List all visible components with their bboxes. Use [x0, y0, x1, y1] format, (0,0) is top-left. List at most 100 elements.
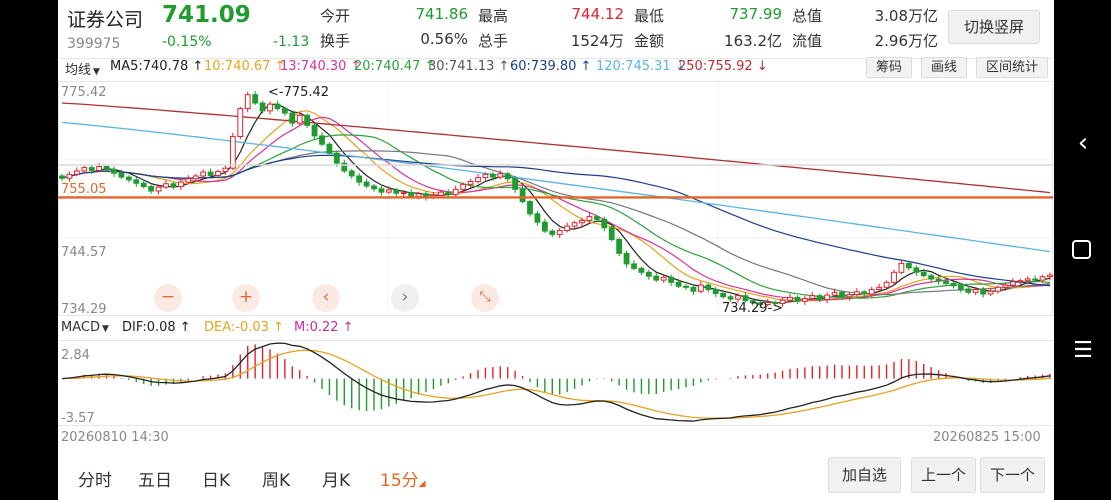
candle-body: [905, 262, 912, 269]
dropdown-icon: ▼: [101, 324, 109, 334]
candlesticks: [59, 91, 1053, 309]
candle-body: [943, 280, 949, 284]
candle-body: [571, 222, 578, 227]
tab-5[interactable]: 15分◢: [380, 466, 426, 491]
candle-body: [148, 186, 155, 192]
candle-body: [222, 167, 229, 173]
collapse-icon[interactable]: ⤡: [471, 284, 499, 312]
candle-body: [631, 263, 637, 269]
candle-body: [720, 292, 727, 298]
next-button[interactable]: 下一个: [980, 457, 1045, 493]
candle-body: [1024, 278, 1031, 282]
candle-body: [326, 143, 333, 154]
candle-body: [697, 284, 704, 292]
candle-body: [876, 286, 883, 291]
candle-body: [452, 188, 459, 195]
candle-body: [742, 295, 749, 302]
candle-body: [311, 124, 318, 137]
candle-body: [601, 218, 608, 229]
candle-body: [534, 213, 541, 223]
stock-chart-app: 证券公司 741.09 399975 -0.15% -1.13 今开 741.86…: [58, 0, 1054, 500]
candle-body: [1032, 278, 1039, 281]
candle-body: [229, 135, 236, 169]
minus-icon[interactable]: −: [154, 284, 182, 312]
tab-1[interactable]: 五日: [138, 466, 172, 491]
tab-3[interactable]: 周K: [262, 466, 290, 491]
candle-body: [348, 170, 355, 177]
candle-body: [519, 188, 526, 203]
candle-body: [712, 289, 719, 294]
candle-body: [140, 182, 147, 188]
candle-body: [296, 114, 303, 124]
candle-body: [170, 183, 177, 188]
tab-0[interactable]: 分时: [78, 466, 112, 491]
menu-icon[interactable]: ☰: [1068, 338, 1098, 363]
candle-body: [541, 221, 548, 232]
candle-body: [935, 278, 942, 282]
macd-selector[interactable]: MACD ▼: [61, 320, 109, 335]
candle-body: [787, 296, 793, 301]
y-mid-label: 744.57: [61, 245, 107, 260]
candle-body: [200, 171, 207, 177]
candle-body: [638, 267, 645, 273]
candle-body: [333, 152, 340, 164]
candle-body: [378, 188, 385, 193]
ref-line-label: 755.05: [61, 182, 107, 197]
candle-body: [207, 171, 214, 176]
candle-body: [853, 291, 860, 296]
candle-body: [1047, 274, 1053, 278]
candle-body: [393, 189, 400, 194]
candle-body: [103, 166, 110, 170]
candle-body: [972, 289, 979, 293]
candle-body: [88, 167, 95, 171]
candle-body: [586, 216, 593, 222]
candle-body: [111, 168, 117, 174]
candle-body: [683, 285, 689, 288]
candle-body: [281, 108, 288, 114]
chevron-right-icon[interactable]: ›: [391, 284, 419, 312]
candle-body: [400, 192, 407, 195]
recent-apps-icon[interactable]: [1072, 240, 1091, 259]
macd-selector-label: MACD: [61, 320, 100, 335]
candle-body: [59, 175, 65, 179]
candle-body: [385, 189, 392, 193]
macd-m: M:0.22 ↑: [294, 320, 354, 335]
tab-2[interactable]: 日K: [202, 466, 230, 491]
candle-body: [125, 176, 132, 181]
price-chart[interactable]: 775.42 744.57 734.29 755.05 <-775.42 734…: [58, 0, 1054, 500]
candle-body: [809, 295, 816, 299]
y-max-label: 775.42: [61, 85, 107, 100]
y-min-label: 734.29: [61, 302, 107, 317]
candle-body: [913, 267, 920, 273]
candle-body: [898, 262, 905, 273]
candle-body: [608, 227, 615, 240]
candle-body: [460, 183, 467, 190]
candle-body: [252, 94, 259, 104]
candle-body: [371, 185, 377, 190]
chevron-left-icon[interactable]: ‹: [312, 284, 340, 312]
candle-body: [957, 285, 964, 290]
candle-body: [445, 191, 452, 195]
candle-body: [185, 178, 192, 183]
candle-body: [415, 193, 422, 198]
candle-body: [363, 181, 370, 187]
candle-body: [133, 179, 140, 184]
high-annotation: <-775.42: [268, 85, 329, 100]
add-watchlist-button[interactable]: 加自选: [828, 457, 901, 493]
plus-icon[interactable]: +: [232, 284, 260, 312]
macd-dea: DEA:-0.03 ↑: [204, 320, 284, 335]
previous-button[interactable]: 上一个: [911, 457, 976, 493]
candle-body: [660, 276, 667, 281]
candle-body: [995, 286, 1001, 292]
candle-body: [177, 181, 184, 188]
candle-body: [868, 289, 875, 295]
candle-body: [549, 230, 556, 235]
candle-body: [987, 290, 994, 295]
candle-body: [950, 282, 957, 287]
back-icon[interactable]: ‹: [1068, 128, 1098, 158]
candle-body: [1002, 284, 1009, 288]
candle-body: [824, 294, 831, 301]
candle-body: [215, 171, 221, 176]
tab-4[interactable]: 月K: [322, 466, 350, 491]
candle-body: [304, 114, 311, 126]
